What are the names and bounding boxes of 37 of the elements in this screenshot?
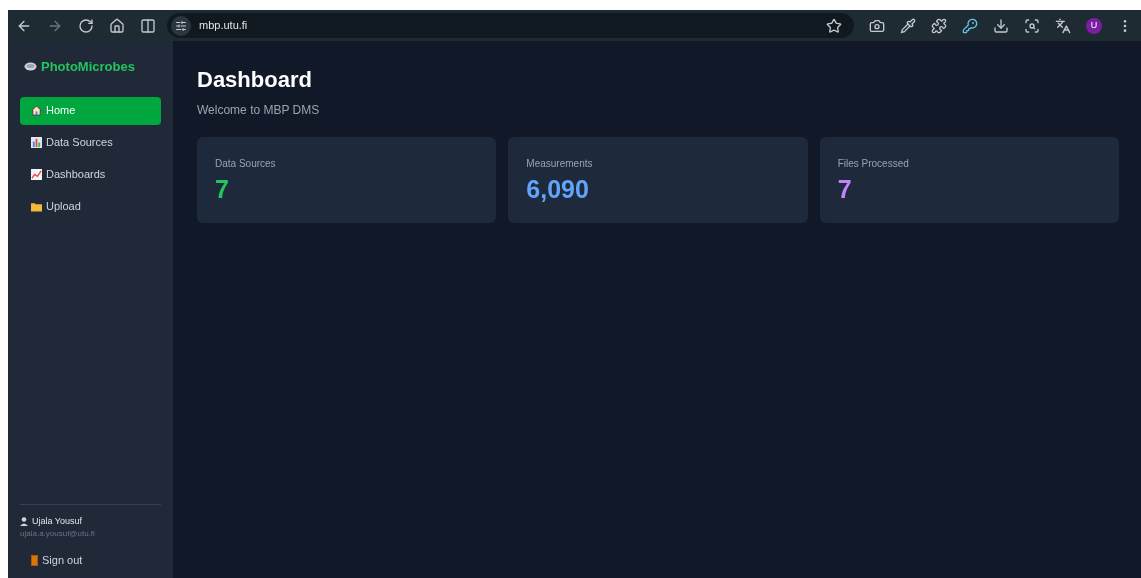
nav-item[interactable]: Dashboards (20, 160, 161, 189)
extensions-icon[interactable] (931, 17, 947, 34)
brand-name: PhotoMicrobes (41, 58, 135, 76)
user-name: Ujala Yousuf (32, 514, 83, 528)
page-title: Dashboard (197, 66, 313, 94)
petri-dish-icon (24, 62, 37, 72)
camera-icon[interactable] (869, 17, 885, 34)
stat-label: Files Processed (837, 157, 910, 171)
house-icon (31, 105, 42, 116)
nav-item[interactable]: Data Sources (20, 128, 161, 157)
site-settings-icon[interactable] (171, 15, 191, 36)
translate-icon[interactable] (1055, 17, 1071, 34)
user-email: ujala.a.yousuf@utu.fi (20, 528, 96, 540)
bar-chart-icon (31, 137, 42, 148)
stat-label: Data Sources (215, 157, 277, 171)
stat-value: 7 (837, 174, 853, 205)
download-icon[interactable] (993, 17, 1009, 34)
sign-out-button[interactable]: Sign out (20, 550, 161, 570)
home-icon[interactable] (109, 17, 125, 34)
lens-icon[interactable] (1024, 17, 1040, 34)
bookmark-icon[interactable] (826, 17, 842, 34)
nav-item[interactable]: Upload (20, 192, 161, 221)
profile-avatar[interactable]: U (1086, 17, 1102, 34)
eyedropper-icon[interactable] (900, 17, 916, 34)
folder-icon (31, 201, 42, 212)
line-chart-icon (31, 169, 42, 180)
address-bar[interactable]: mbp.utu.fi (167, 13, 854, 38)
door-icon (31, 554, 38, 566)
page-subtitle: Welcome to MBP DMS (197, 102, 321, 119)
split-view-icon[interactable] (140, 17, 156, 34)
url-text: mbp.utu.fi (199, 18, 249, 34)
person-icon (20, 516, 28, 526)
reload-icon[interactable] (78, 17, 94, 34)
stat-value: 6,090 (526, 174, 590, 205)
stat-value: 7 (215, 174, 230, 205)
key-icon[interactable] (962, 17, 978, 34)
stat-label: Measurements (526, 157, 594, 171)
